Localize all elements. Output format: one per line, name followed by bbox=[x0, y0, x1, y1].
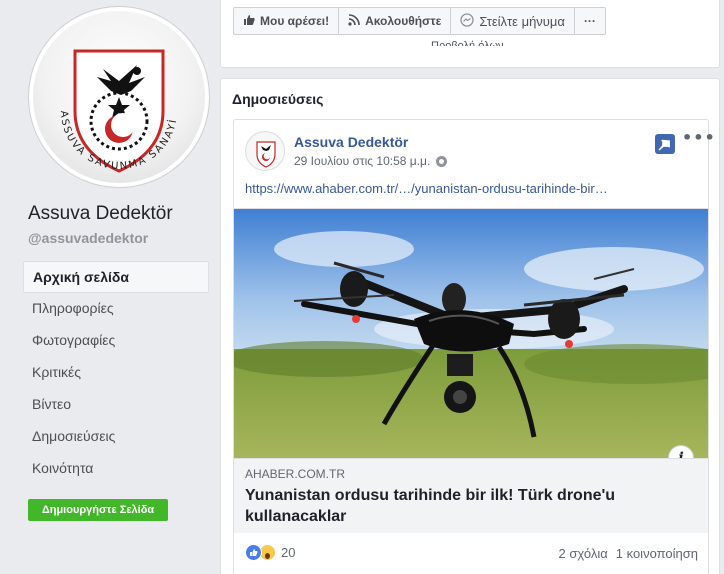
globe-icon bbox=[436, 155, 448, 167]
message-label: Στείλτε μήνυμα bbox=[479, 13, 565, 29]
reaction-count: 20 bbox=[281, 545, 296, 560]
page-name[interactable]: Assuva Dedektör bbox=[28, 203, 173, 225]
post-link[interactable]: https://www.ahaber.com.tr/…/yunanistan-o… bbox=[245, 181, 608, 196]
messenger-icon bbox=[460, 12, 474, 30]
post-options-icon[interactable]: ••• bbox=[682, 128, 716, 147]
link-title[interactable]: Yunanistan ordusu tarihinde bir ilk! Tür… bbox=[245, 485, 665, 527]
follow-label: Ακολουθήστε bbox=[365, 14, 442, 28]
drone-image[interactable] bbox=[234, 209, 708, 458]
logo: ASSUVA SAVUNMA SANAYİ bbox=[33, 11, 205, 183]
page-actions-card: Μου αρέσει! Ακολουθήστε Στείλτε μήνυμα ·… bbox=[220, 0, 720, 68]
link-preview-text[interactable]: AHABER.COM.TR Yunanistan ordusu tarihind… bbox=[234, 458, 708, 533]
post-timestamp[interactable]: 29 Ιουλίου στις 10:58 μ.μ. bbox=[294, 154, 430, 168]
post-author-name[interactable]: Assuva Dedektör bbox=[294, 134, 408, 150]
action-buttons: Μου αρέσει! Ακολουθήστε Στείλτε μήνυμα ·… bbox=[233, 7, 606, 35]
rss-icon bbox=[348, 13, 360, 29]
like-reaction-icon bbox=[245, 544, 262, 561]
see-all-link[interactable]: Προβολή όλων bbox=[431, 40, 504, 46]
left-column: ASSUVA SAVUNMA SANAYİ Assuva Dedektör @a… bbox=[0, 0, 220, 574]
engagement-stats: 2 σχόλια 1 κοινοποίηση bbox=[559, 546, 698, 561]
page-profile-picture[interactable]: ASSUVA SAVUNMA SANAYİ bbox=[29, 7, 209, 187]
nav-item-reviews[interactable]: Κριτικές bbox=[23, 357, 209, 389]
send-message-button[interactable]: Στείλτε μήνυμα bbox=[451, 8, 575, 34]
pin-icon[interactable] bbox=[655, 134, 675, 154]
comments-count[interactable]: 2 σχόλια bbox=[559, 546, 608, 561]
assuva-logo-small-icon bbox=[247, 133, 284, 170]
shares-count[interactable]: 1 κοινοποίηση bbox=[616, 546, 698, 561]
post: Assuva Dedektör 29 Ιουλίου στις 10:58 μ.… bbox=[233, 119, 715, 574]
page-handle: @assuvadedektor bbox=[28, 230, 149, 246]
reaction-summary[interactable]: 20 bbox=[245, 544, 295, 561]
create-page-button[interactable]: Δημιουργήστε Σελίδα bbox=[28, 499, 168, 521]
nav-item-photos[interactable]: Φωτογραφίες bbox=[23, 325, 209, 357]
posts-section: Δημοσιεύσεις Assuva Dedektör 29 Ιουλίου … bbox=[220, 78, 720, 574]
assuva-logo-icon: ASSUVA SAVUNMA SANAYİ bbox=[58, 49, 177, 173]
posts-section-title: Δημοσιεύσεις bbox=[232, 91, 324, 107]
nav-item-about[interactable]: Πληροφορίες bbox=[23, 293, 209, 325]
page-nav: Αρχική σελίδα Πληροφορίες Φωτογραφίες Κρ… bbox=[23, 261, 209, 485]
link-domain: AHABER.COM.TR bbox=[245, 467, 346, 481]
nav-item-posts[interactable]: Δημοσιεύσεις bbox=[23, 421, 209, 453]
thumbs-up-icon bbox=[243, 14, 255, 29]
post-timestamp-row: 29 Ιουλίου στις 10:58 μ.μ. bbox=[294, 154, 448, 168]
link-preview[interactable]: i AHABER.COM.TR Yunanistan ordusu tarihi… bbox=[234, 208, 708, 533]
post-author-avatar[interactable] bbox=[245, 131, 285, 171]
nav-item-community[interactable]: Κοινότητα bbox=[23, 453, 209, 485]
more-dots-icon: ··· bbox=[583, 14, 596, 28]
like-page-button[interactable]: Μου αρέσει! bbox=[234, 8, 340, 34]
more-options-button[interactable]: ··· bbox=[575, 8, 605, 34]
like-label: Μου αρέσει! bbox=[260, 14, 330, 28]
follow-button[interactable]: Ακολουθήστε bbox=[339, 8, 452, 34]
nav-item-videos[interactable]: Βίντεο bbox=[23, 389, 209, 421]
nav-item-home[interactable]: Αρχική σελίδα bbox=[23, 261, 209, 293]
